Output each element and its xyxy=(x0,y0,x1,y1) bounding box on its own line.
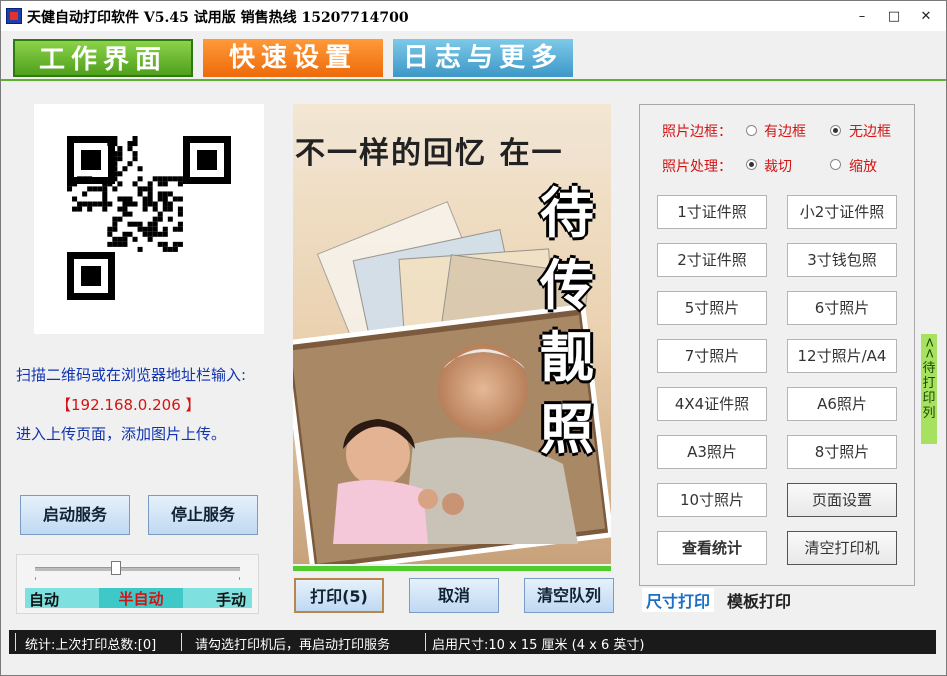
btn-a3[interactable]: A3照片 xyxy=(657,435,767,469)
qr-code xyxy=(34,104,264,334)
no-border-label[interactable]: 无边框 xyxy=(849,121,891,141)
pending-print-list-tab[interactable]: << 待打印列 xyxy=(921,334,937,444)
radio-no-border[interactable] xyxy=(830,125,841,136)
tab-size-print[interactable]: 尺寸打印 xyxy=(642,588,715,612)
tab-log-more[interactable]: 日志与更多 xyxy=(393,39,573,77)
cancel-button[interactable]: 取消 xyxy=(409,578,499,613)
btn-12inch-a4[interactable]: 12寸照片/A4 xyxy=(787,339,897,373)
print-button[interactable]: 打印(5) xyxy=(294,578,384,613)
status-print-count: 统计:上次打印总数:[0] xyxy=(25,638,157,653)
expand-arrows-icon: << xyxy=(921,337,937,359)
side-char: 照 xyxy=(540,398,594,461)
stop-service-button[interactable]: 停止服务 xyxy=(148,495,258,535)
btn-small-2inch-id[interactable]: 小2寸证件照 xyxy=(787,195,897,229)
btn-2inch-id[interactable]: 2寸证件照 xyxy=(657,243,767,277)
window-title: 天健自动打印软件 V5.45 试用版 销售热线 15207714700 xyxy=(27,10,409,26)
tab-template-print[interactable]: 模板打印 xyxy=(727,588,791,612)
side-char: 待 xyxy=(540,182,594,245)
side-char: 靓 xyxy=(540,326,594,389)
tab-divider xyxy=(1,79,946,81)
radio-crop[interactable] xyxy=(746,159,757,170)
status-hint: 请勾选打印机后，再启动打印服务 xyxy=(195,638,391,653)
preview-progress-bar xyxy=(293,566,611,571)
scale-label[interactable]: 缩放 xyxy=(849,156,877,176)
side-char: 传 xyxy=(540,254,594,317)
crop-label[interactable]: 裁切 xyxy=(764,156,792,176)
mode-auto[interactable]: 自动 xyxy=(29,589,59,610)
status-bar: 统计:上次打印总数:[0] 请勾选打印机后，再启动打印服务 启用尺寸:10 x … xyxy=(9,630,936,654)
maximize-button[interactable]: □ xyxy=(881,7,907,27)
btn-5inch[interactable]: 5寸照片 xyxy=(657,291,767,325)
minimize-button[interactable]: – xyxy=(849,7,875,27)
btn-3inch-wallet[interactable]: 3寸钱包照 xyxy=(787,243,897,277)
photo-preview: 不一样的回忆 在一 待 传 靓 照 xyxy=(293,104,611,564)
btn-4x4-id[interactable]: 4X4证件照 xyxy=(657,387,767,421)
slider-thumb[interactable] xyxy=(110,561,121,575)
border-label: 照片边框： xyxy=(662,124,732,140)
close-button[interactable]: ✕ xyxy=(913,7,939,27)
pending-list-label: 待打印列 xyxy=(922,360,936,421)
radio-with-border[interactable] xyxy=(746,125,757,136)
status-separator xyxy=(15,633,16,651)
btn-a6[interactable]: A6照片 xyxy=(787,387,897,421)
upload-instruction: 进入上传页面，添加图片上传。 xyxy=(16,425,227,443)
btn-1inch-id[interactable]: 1寸证件照 xyxy=(657,195,767,229)
status-paper-size: 启用尺寸:10 x 15 厘米 (4 x 6 英寸) xyxy=(432,638,645,653)
app-window: 天健自动打印软件 V5.45 试用版 销售热线 15207714700 – □ … xyxy=(0,0,947,676)
status-separator xyxy=(181,633,182,651)
page-setup-button[interactable]: 页面设置 xyxy=(787,483,897,517)
print-options-panel: 照片边框： 有边框 无边框 照片处理： 裁切 缩放 1寸证件照 小2寸证件照 2寸证… xyxy=(639,104,915,586)
print-mode-slider-panel: 自动 半自动 手动 xyxy=(16,554,259,614)
app-logo-icon xyxy=(6,8,22,24)
slider-track[interactable] xyxy=(35,567,240,571)
start-service-button[interactable]: 启动服务 xyxy=(20,495,130,535)
mode-labels: 自动 半自动 手动 xyxy=(25,588,252,610)
scan-instruction: 扫描二维码或在浏览器地址栏输入: xyxy=(16,366,247,384)
process-label: 照片处理： xyxy=(662,159,732,175)
clear-printer-button[interactable]: 清空打印机 xyxy=(787,531,897,565)
mode-semi-auto[interactable]: 半自动 xyxy=(99,588,183,608)
title-bar: 天健自动打印软件 V5.45 试用版 销售热线 15207714700 – □ … xyxy=(1,1,946,31)
preview-side-text: 待 传 靓 照 xyxy=(533,178,601,466)
tab-work[interactable]: 工作界面 xyxy=(13,39,193,77)
view-stats-button[interactable]: 查看统计 xyxy=(657,531,767,565)
btn-8inch[interactable]: 8寸照片 xyxy=(787,435,897,469)
preview-banner-text: 不一样的回忆 在一 xyxy=(295,136,564,171)
radio-scale[interactable] xyxy=(830,159,841,170)
server-ip-address: 【192.168.0.206 】 xyxy=(56,396,201,414)
tab-quick-settings[interactable]: 快速设置 xyxy=(203,39,383,77)
clear-queue-button[interactable]: 清空队列 xyxy=(524,578,614,613)
mode-manual[interactable]: 手动 xyxy=(216,589,246,610)
btn-10inch[interactable]: 10寸照片 xyxy=(657,483,767,517)
slider-ticks xyxy=(35,577,240,580)
qr-code-image xyxy=(34,104,264,334)
with-border-label[interactable]: 有边框 xyxy=(764,121,806,141)
btn-7inch[interactable]: 7寸照片 xyxy=(657,339,767,373)
btn-6inch[interactable]: 6寸照片 xyxy=(787,291,897,325)
status-separator xyxy=(425,633,426,651)
